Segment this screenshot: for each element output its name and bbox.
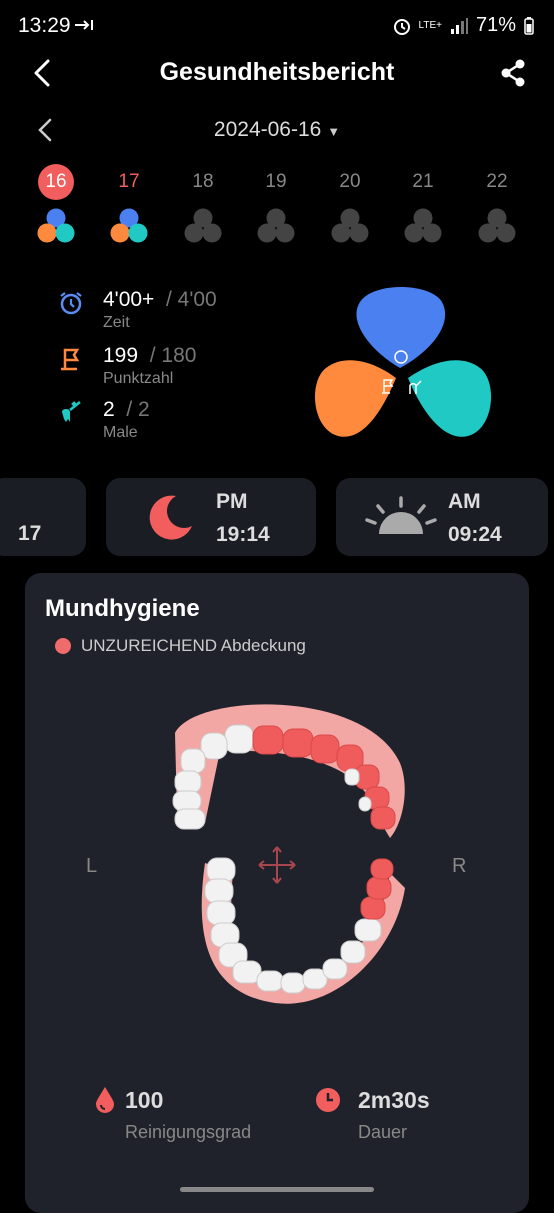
status-time: 13:29 [18, 14, 71, 37]
day-item[interactable]: 16 [28, 164, 84, 249]
day-item[interactable]: 17 [101, 164, 157, 249]
day-trefoil-icon [257, 208, 295, 243]
dropdown-arrow-icon: ▼ [327, 124, 341, 139]
battery-percent: 71% [475, 14, 516, 36]
network-type: LTE+ [418, 19, 442, 31]
date-selector: 2024-06-16 ▼ [0, 116, 554, 146]
time-label: Zeit [103, 314, 130, 331]
day-number: 17 [118, 171, 140, 192]
session-time: 09:24 [448, 523, 502, 546]
time-value: 4'00+ [103, 288, 155, 311]
stat-score: 199 / 180 Punktzahl [58, 344, 278, 394]
day-number: 20 [339, 171, 361, 192]
stat-count: 2 / 2 Male [58, 398, 278, 448]
share-icon[interactable] [498, 58, 528, 88]
legend-dot [55, 638, 71, 654]
time-target: / 4'00 [165, 288, 217, 311]
date-dropdown[interactable]: 2024-06-16 ▼ [0, 118, 554, 142]
home-indicator[interactable] [180, 1187, 374, 1192]
session-time: 19:14 [216, 523, 270, 546]
score-value: 199 [103, 344, 139, 367]
day-item[interactable]: 21 [395, 164, 451, 249]
right-side-label: R [452, 855, 467, 877]
day-trefoil-icon [184, 208, 222, 243]
count-label: Male [103, 424, 138, 441]
time-petal [356, 287, 446, 368]
date-label: 2024-06-16 [213, 118, 322, 141]
count-target: / 2 [126, 398, 150, 421]
day-item[interactable]: 18 [175, 164, 231, 249]
day-number: 22 [486, 171, 508, 192]
oral-hygiene-panel: Mundhygiene UNZUREICHEND Abdeckung L R 1… [25, 573, 529, 1213]
score-target: / 180 [149, 344, 197, 367]
day-item[interactable]: 22 [469, 164, 525, 249]
session-card-pm[interactable]: PM 19:14 [106, 478, 316, 556]
cleaning-label: Reinigungsgrad [125, 1122, 252, 1142]
clock-icon [316, 1088, 340, 1112]
status-right: LTE+ 71% [393, 14, 534, 37]
stat-time: 4'00+ / 4'00 Zeit [58, 288, 278, 338]
day-trefoil-icon [404, 208, 442, 243]
rotate-move-icon[interactable] [257, 845, 297, 885]
water-drop-icon [96, 1087, 114, 1113]
legend-label: UNZUREICHEND Abdeckung [81, 636, 306, 655]
status-bar: 13:29 LTE+ 71% [0, 0, 554, 52]
day-trefoil-icon [110, 208, 148, 243]
session-card-am[interactable]: AM 09:24 [336, 478, 548, 556]
page-title: Gesundheitsbericht [159, 58, 395, 86]
coverage-legend: UNZUREICHEND Abdeckung [55, 636, 306, 656]
score-petal [314, 360, 396, 437]
cleaning-value: 100 [125, 1087, 164, 1113]
session-period: PM [216, 490, 248, 513]
session-period: AM [448, 490, 481, 513]
left-side-label: L [86, 855, 98, 877]
count-petal [408, 360, 492, 437]
duration-label: Dauer [358, 1122, 408, 1142]
day-number: 21 [412, 171, 434, 192]
alarm-clock-icon [60, 292, 82, 315]
day-trefoil-icon [331, 208, 369, 243]
session-time: 17 [18, 522, 42, 545]
summary-trefoil-graphic [314, 287, 492, 437]
day-number: 16 [38, 164, 74, 200]
signal-icon [450, 17, 468, 34]
duration-value: 2m30s [358, 1087, 430, 1113]
alarm-icon [393, 18, 410, 35]
data-transfer-icon [75, 20, 93, 30]
day-item[interactable]: 19 [248, 164, 304, 249]
moon-icon [149, 495, 192, 540]
battery-icon [524, 16, 534, 35]
day-trefoil-icon [37, 208, 75, 243]
score-label: Punktzahl [103, 370, 174, 387]
day-number: 18 [192, 171, 214, 192]
sunrise-icon [365, 496, 437, 534]
session-card-previous[interactable]: 17 [0, 478, 86, 556]
day-number: 19 [265, 171, 287, 192]
day-trefoil-icon [478, 208, 516, 243]
tooth-brush-icon [62, 401, 81, 422]
flag-icon [61, 348, 80, 371]
count-value: 2 [103, 398, 115, 421]
day-item[interactable]: 20 [322, 164, 378, 249]
panel-title: Mundhygiene [45, 595, 200, 622]
